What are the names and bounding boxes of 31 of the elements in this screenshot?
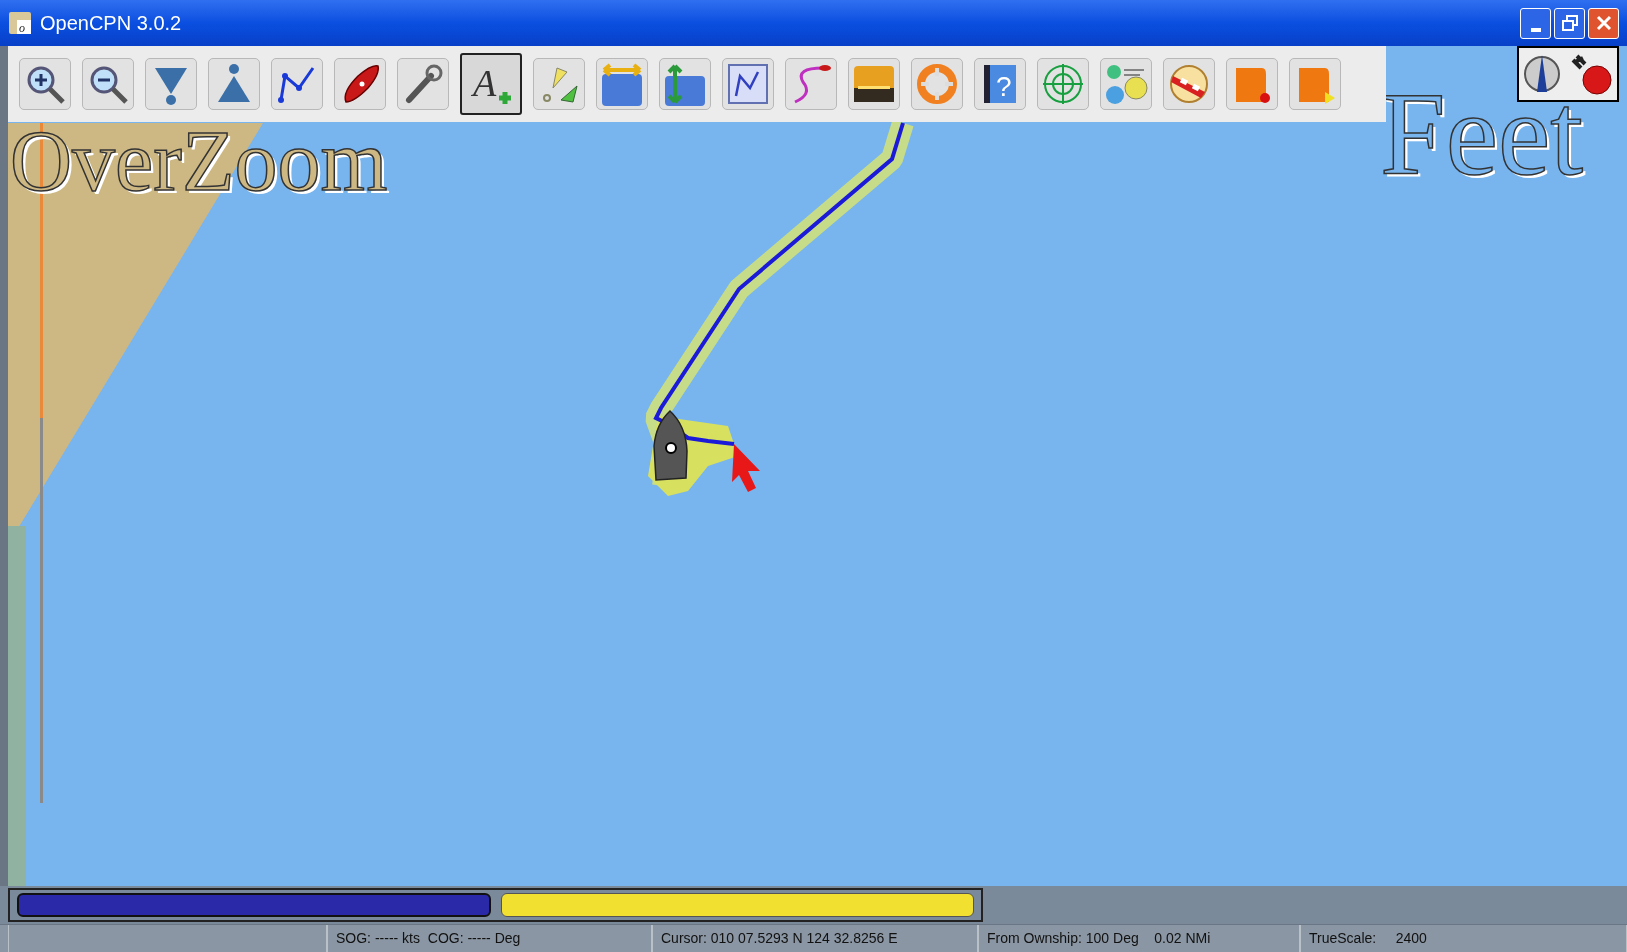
restore-button[interactable] <box>1554 7 1585 39</box>
status-field: SOG: ----- kts COG: ----- Deg <box>327 925 652 952</box>
toolbar-button[interactable] <box>722 58 774 110</box>
status-field: TrueScale: 2400 <box>1300 925 1627 952</box>
toolbar-button[interactable] <box>1163 58 1215 110</box>
lifebuoy-icon <box>915 62 959 106</box>
minimize-icon <box>1530 27 1541 32</box>
cursor-arrow-icon <box>732 444 760 492</box>
chart-selector[interactable] <box>500 893 974 917</box>
horizontal-arrow-icon <box>600 62 644 106</box>
crosshair-icon <box>1041 62 1085 106</box>
close-icon <box>1595 15 1612 31</box>
chart-icon <box>726 62 770 106</box>
gauges-icon <box>1104 62 1148 106</box>
app-icon: o <box>8 11 32 35</box>
close-button[interactable] <box>1588 7 1619 39</box>
toolbar-button[interactable] <box>848 58 900 110</box>
status-field: From Ownship: 100 Deg 0.02 NMi <box>978 925 1300 952</box>
vertical-arrow-icon <box>663 62 707 106</box>
window-title: OpenCPN 3.0.2 <box>40 11 183 36</box>
toolbar-button[interactable] <box>82 58 134 110</box>
status-field: Cursor: 010 07.5293 N 124 32.8256 E <box>652 925 978 952</box>
toolbar-button[interactable]: A <box>460 53 522 115</box>
restore-icon <box>1561 15 1578 31</box>
toolbar-button[interactable] <box>334 58 386 110</box>
ownship-icon <box>653 410 688 481</box>
toolbar-button[interactable] <box>19 58 71 110</box>
depth-units-label: Feet <box>1380 76 1584 194</box>
toolbar-button[interactable] <box>271 58 323 110</box>
toolbar-button[interactable] <box>397 58 449 110</box>
minimize-button[interactable] <box>1520 7 1551 39</box>
